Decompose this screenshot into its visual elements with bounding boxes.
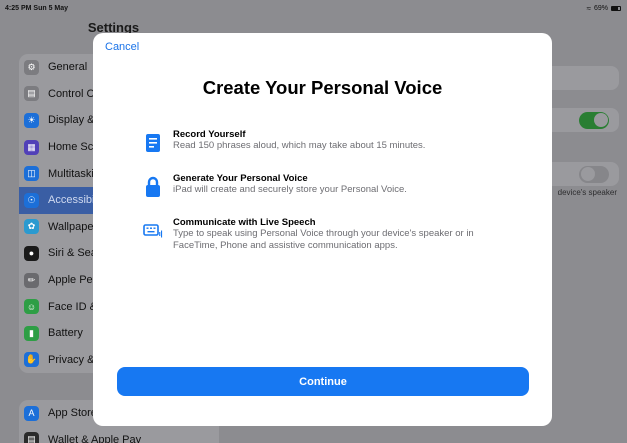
- sidebar-item-label: Wallet & Apple Pay: [48, 433, 142, 443]
- sidebar-item-label: Wallpaper: [48, 220, 98, 233]
- personal-voice-sheet: Cancel Create Your Personal Voice Record…: [93, 33, 552, 426]
- feature-description: Read 150 phrases aloud, which may take a…: [173, 140, 426, 151]
- sun-icon: ☀: [24, 112, 39, 128]
- accessibility-icon: ☉: [24, 192, 39, 208]
- sidebar-item-wallet[interactable]: ▤ Wallet & Apple Pay: [19, 427, 219, 443]
- switches-icon: ▤: [24, 86, 39, 102]
- personal-voice-toggle[interactable]: [579, 111, 609, 129]
- battery-percent: 69%: [593, 4, 608, 12]
- multitask-icon: ◫: [24, 166, 39, 182]
- status-bar: 4:25 PM Sun 5 May ≈ 69%: [0, 0, 627, 16]
- speaker-note: device's speaker: [557, 188, 617, 197]
- keyboard-speech-icon: [143, 221, 163, 241]
- grid-icon: ▦: [24, 139, 39, 155]
- pencil-icon: ✏: [24, 272, 39, 288]
- feature-description: iPad will create and securely store your…: [173, 184, 407, 195]
- sidebar-item-label: Battery: [48, 327, 83, 340]
- wallet-icon: ▤: [24, 432, 39, 443]
- sidebar-item-label: App Store: [48, 407, 97, 420]
- status-date: Sun 5 May: [33, 4, 69, 12]
- battery-icon: [611, 5, 621, 11]
- cancel-button[interactable]: Cancel: [105, 41, 139, 53]
- feature-title: Generate Your Personal Voice: [173, 173, 308, 184]
- status-time: 4:25 PM: [5, 4, 32, 12]
- gear-icon: ⚙: [24, 59, 39, 75]
- document-icon: [143, 133, 163, 153]
- feature-title: Communicate with Live Speech: [173, 217, 316, 228]
- feature-title: Record Yourself: [173, 129, 246, 140]
- sidebar-item-label: General: [48, 61, 88, 74]
- continue-button[interactable]: Continue: [117, 367, 529, 396]
- lock-icon: [143, 176, 163, 197]
- feature-description: Type to speak using Personal Voice throu…: [173, 228, 474, 251]
- hand-icon: ✋: [24, 352, 39, 368]
- appstore-icon: A: [24, 405, 39, 421]
- feature-generate: Generate Your Personal Voice iPad will c…: [143, 173, 513, 197]
- siri-icon: ●: [24, 245, 39, 261]
- battery-icon: ▮: [24, 325, 39, 341]
- feature-record: Record Yourself Read 150 phrases aloud, …: [143, 129, 513, 152]
- feature-communicate: Communicate with Live Speech Type to spe…: [143, 217, 513, 252]
- flower-icon: ✿: [24, 219, 39, 235]
- sheet-title: Create Your Personal Voice: [202, 77, 443, 98]
- faceid-icon: ☺: [24, 299, 39, 315]
- share-toggle[interactable]: [579, 165, 609, 183]
- wifi-icon: ≈: [586, 3, 591, 13]
